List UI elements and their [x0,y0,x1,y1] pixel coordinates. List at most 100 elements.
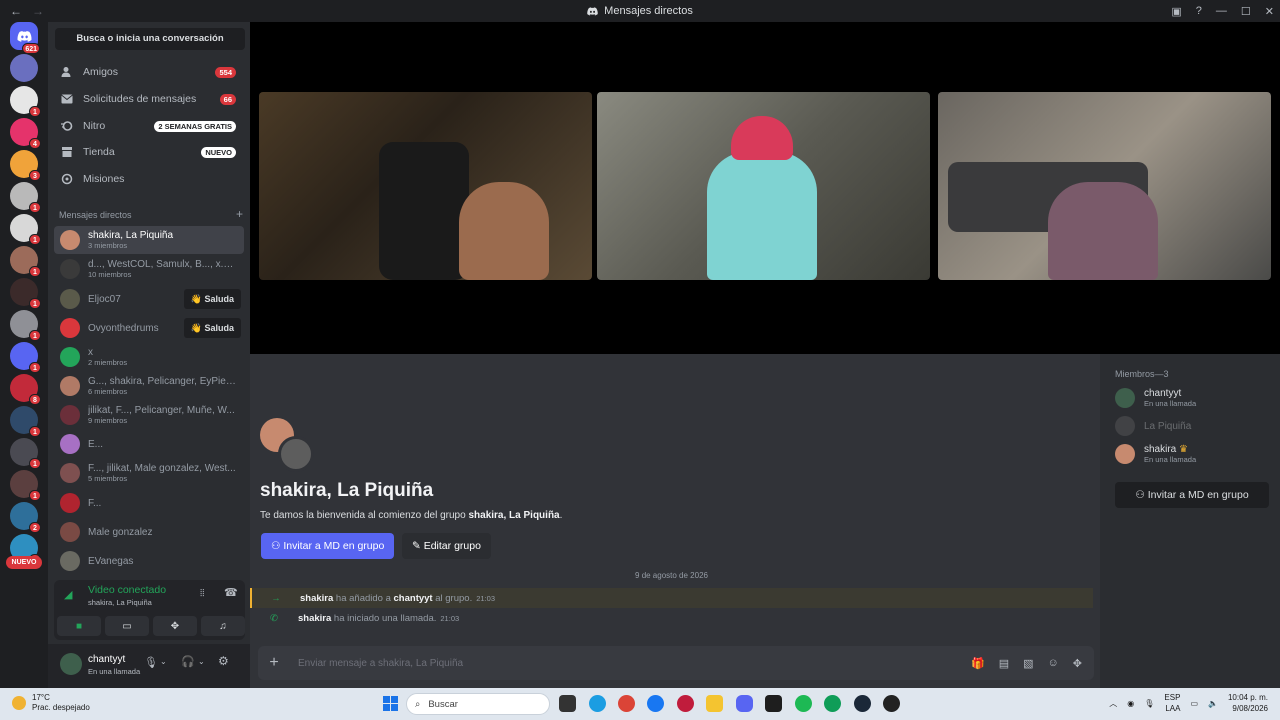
back-arrow-icon[interactable]: ← [10,4,22,18]
gift-icon[interactable]: 🎁 [971,657,985,670]
invite-to-group-button[interactable]: ⚇ Invitar a MD en grupo [261,533,395,559]
app-icon[interactable] [765,695,782,712]
soundboard-button[interactable]: ♫ [201,616,245,636]
server-icon[interactable]: 2 [10,502,41,533]
nav-nitro[interactable]: Nitro 2 SEMANAS GRATIS [54,114,244,138]
maximize-icon[interactable]: ☐ [1241,5,1251,18]
steam-icon[interactable] [854,695,871,712]
microphone-icon[interactable]: 🎙 [144,656,158,669]
facebook-icon[interactable] [647,695,664,712]
gaming-chair [379,142,469,280]
server-icon[interactable]: 1 [10,214,41,245]
dm-item[interactable]: E... [54,430,244,458]
activities-button[interactable]: ✥ [153,616,197,636]
chrome-icon[interactable] [824,695,841,712]
tray-app-icon[interactable]: ◉ [1127,699,1134,708]
dm-item[interactable]: shakira, La Piquiña 3 miembros [54,226,244,254]
dm-item[interactable]: d..., WestCOL, Samulx, B..., x..., ... 10… [54,255,244,283]
screen-share-button[interactable]: ▭ [105,616,149,636]
start-button[interactable] [383,696,398,711]
find-conversation-button[interactable]: Busca o inicia una conversación [55,28,245,50]
emoji-icon[interactable]: ☺ [1048,657,1059,670]
server-icon[interactable]: 1 [10,438,41,469]
dm-item[interactable]: G..., shakira, Pelicanger, EyPied... 6 mi… [54,372,244,400]
member-item[interactable]: chantyyt En una llamada [1115,386,1196,410]
clock[interactable]: 10:04 p. m. 9/08/2026 [1228,692,1268,714]
discord-icon[interactable] [736,695,753,712]
member-item[interactable]: shakira ♛ En una llamada [1115,442,1196,466]
apps-icon[interactable]: ✥ [1073,657,1082,670]
server-icon[interactable]: 1 [10,182,41,213]
volume-icon[interactable]: 🔈 [1208,699,1218,708]
video-tile[interactable] [597,92,930,280]
app-icon[interactable] [677,695,694,712]
server-icon[interactable] [10,54,38,82]
video-tile[interactable] [938,92,1271,280]
dm-item[interactable]: F... [54,489,244,517]
dm-item[interactable]: EVanegas [54,547,244,575]
server-icon[interactable]: 4 [10,118,41,149]
message-input[interactable]: Enviar mensaje a shakira, La Piquiña [298,658,971,669]
home-button[interactable]: 621 [10,22,40,54]
server-icon[interactable]: 1 [10,342,41,373]
voice-channel[interactable]: shakira, La Piquiña [88,598,152,607]
help-icon[interactable]: ? [1196,5,1202,17]
file-explorer-icon[interactable] [706,695,723,712]
headphones-icon[interactable]: 🎧 [181,655,195,668]
server-icon[interactable]: 1 [10,278,41,309]
server-icon[interactable]: 8 [10,374,41,405]
task-view-icon[interactable] [559,695,576,712]
minimize-icon[interactable]: — [1216,5,1227,17]
wave-button[interactable]: 👋 Saluda [183,318,241,338]
microphone-icon[interactable]: 🎙 [1144,699,1154,708]
weather-widget[interactable]: 17°C Prac. despejado [12,693,90,713]
noise-suppression-icon[interactable]: ⦙⦙ [200,588,204,599]
message-author[interactable]: shakira [298,613,331,624]
gif-icon[interactable]: ▤ [999,657,1009,670]
user-avatar[interactable] [60,653,82,675]
inbox-icon[interactable]: ▣ [1171,5,1181,18]
server-icon[interactable]: 1 [10,470,41,501]
spotify-icon[interactable] [795,695,812,712]
network-icon[interactable]: ▭ [1190,699,1198,708]
message-author[interactable]: shakira [300,593,333,604]
member-item[interactable]: La Piquiña [1115,414,1191,438]
nav-message-requests[interactable]: Solicitudes de mensajes 66 [54,87,244,111]
taskbar-search[interactable]: ⌕ Buscar [406,693,550,715]
server-icon[interactable]: 1 [10,246,41,277]
chevron-down-icon[interactable]: ⌄ [198,657,205,666]
dm-item[interactable]: Eljoc07 👋 Saluda [54,285,244,313]
server-icon[interactable]: 1 [10,310,41,341]
sticker-icon[interactable]: ▧ [1023,657,1033,670]
disconnect-icon[interactable]: ☎ [224,586,238,599]
server-icon[interactable]: 1 [10,406,41,437]
server-icon[interactable]: 1 [10,86,41,117]
wave-button[interactable]: 👋 Saluda [183,289,241,309]
invite-to-group-button[interactable]: ⚇ Invitar a MD en grupo [1115,482,1269,508]
chrome-icon[interactable] [618,695,635,712]
create-dm-plus-icon[interactable]: + [236,208,243,220]
nav-friends[interactable]: Amigos 554 [54,60,244,84]
language-indicator[interactable]: ESP LAA [1164,692,1180,714]
nav-shop[interactable]: Tienda NUEVO [54,140,244,164]
server-icon[interactable]: 3 [10,150,41,181]
chevron-down-icon[interactable]: ⌄ [160,657,167,666]
forward-arrow-icon[interactable]: → [32,4,44,18]
edge-icon[interactable] [589,695,606,712]
dm-item[interactable]: jilikat, F..., Pelicanger, Muñe, W... 9 m… [54,401,244,429]
gear-icon[interactable]: ⚙ [218,654,229,668]
message-target[interactable]: chantyyt [394,593,433,604]
dm-item[interactable]: x2 miembros [54,343,244,371]
nav-quests[interactable]: Misiones [54,167,244,191]
video-tile[interactable] [259,92,592,280]
new-unreads-pill[interactable]: NUEVO [6,556,42,569]
camera-button[interactable]: ■ [57,616,101,636]
dm-item[interactable]: F..., jilikat, Male gonzalez, West... 5 m… [54,459,244,487]
edit-group-button[interactable]: ✎ Editar grupo [402,533,491,559]
close-icon[interactable]: ✕ [1265,5,1274,18]
attach-plus-icon[interactable]: + [258,654,290,672]
dm-item[interactable]: Male gonzalez [54,518,244,546]
chevron-up-icon[interactable]: ︿ [1109,698,1117,709]
app-icon[interactable] [883,695,900,712]
dm-item[interactable]: Ovyonthedrums 👋 Saluda [54,314,244,342]
